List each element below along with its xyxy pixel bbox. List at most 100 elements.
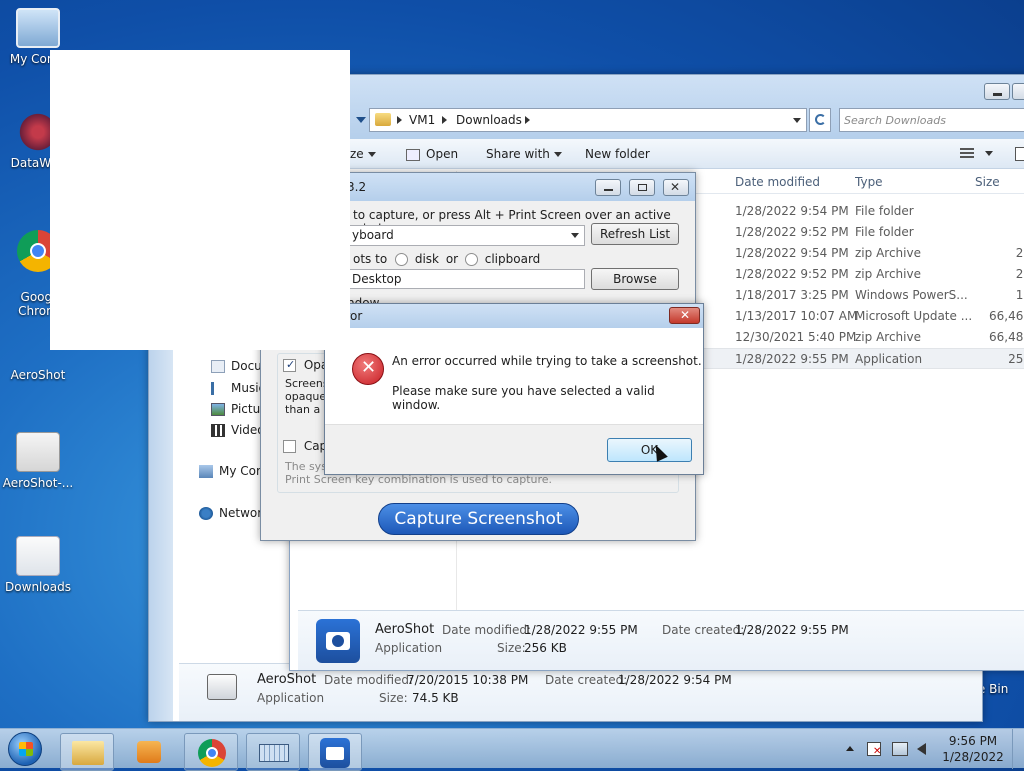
desktop-icon-aeroshot-file[interactable]: AeroShot-... bbox=[0, 432, 76, 490]
close-icon: ✕ bbox=[670, 180, 681, 194]
maximize-button[interactable] bbox=[629, 179, 655, 196]
open-button[interactable]: Open bbox=[406, 147, 458, 161]
refresh-button[interactable] bbox=[809, 108, 831, 132]
aeroshot-icon bbox=[320, 738, 350, 768]
error-titlebar bbox=[325, 304, 703, 328]
nav-item-pictures[interactable]: Pictur bbox=[211, 399, 265, 419]
details-size-label: Size: bbox=[497, 641, 526, 655]
preview-pane-icon[interactable] bbox=[1015, 147, 1024, 161]
view-options-icon[interactable] bbox=[960, 148, 974, 159]
error-dialog[interactable]: Error ✕ ✕ An error occurred while trying… bbox=[324, 303, 704, 475]
show-hidden-icons[interactable] bbox=[846, 746, 854, 751]
column-size[interactable]: Size bbox=[975, 170, 1000, 194]
column-type[interactable]: Type bbox=[855, 170, 883, 194]
file-type: zip Archive bbox=[855, 267, 921, 281]
chevron-down-icon[interactable] bbox=[985, 151, 993, 156]
address-bar[interactable]: VM1 Downloads bbox=[369, 108, 807, 132]
taskbar-explorer[interactable] bbox=[60, 733, 114, 771]
breadcrumb-separator-icon bbox=[442, 116, 447, 124]
details-type: Application bbox=[257, 691, 325, 705]
refresh-list-button[interactable]: Refresh List bbox=[591, 223, 679, 245]
disk-radio[interactable] bbox=[395, 253, 408, 266]
pictures-icon bbox=[211, 403, 225, 416]
file-type: zip Archive bbox=[855, 330, 921, 344]
breadcrumb-vm1[interactable]: VM1 bbox=[409, 113, 435, 127]
nav-item-computer[interactable]: My Cor bbox=[199, 461, 261, 481]
folder-icon bbox=[375, 113, 391, 126]
details-date-modified: 7/20/2015 10:38 PM bbox=[407, 673, 529, 687]
new-folder-button[interactable]: New folder bbox=[585, 147, 650, 161]
close-button[interactable]: ✕ bbox=[669, 307, 700, 324]
search-input[interactable]: Search Downloads bbox=[839, 108, 1024, 132]
clipboard-label: clipboard bbox=[484, 252, 541, 266]
nav-item-music[interactable]: Music bbox=[211, 378, 265, 398]
opaque-desc-line: opaque bbox=[285, 390, 327, 403]
clock[interactable]: 9:56 PM 1/28/2022 bbox=[940, 733, 1006, 765]
minimize-button[interactable] bbox=[595, 179, 621, 196]
maximize-icon bbox=[638, 184, 647, 191]
show-desktop-button[interactable] bbox=[1012, 729, 1024, 769]
address-dropdown-icon[interactable] bbox=[793, 118, 801, 123]
search-placeholder: Search Downloads bbox=[844, 114, 946, 127]
share-with-button[interactable]: Share with bbox=[486, 147, 562, 161]
details-date-created: 1/28/2022 9:55 PM bbox=[735, 623, 849, 637]
file-size: 23 bbox=[1015, 267, 1024, 281]
file-date-modified: 1/28/2022 9:52 PM bbox=[735, 225, 849, 239]
nav-item-videos[interactable]: Video bbox=[211, 420, 265, 440]
taskbar-chrome[interactable] bbox=[184, 733, 238, 771]
ok-button[interactable]: OK bbox=[607, 438, 692, 462]
media-player-icon bbox=[137, 741, 161, 763]
details-date-created-label: Date created: bbox=[545, 673, 628, 687]
file-size: 17 bbox=[1015, 288, 1024, 302]
nav-item-network[interactable]: Networ bbox=[199, 503, 262, 523]
window-select-value: yboard bbox=[352, 228, 394, 242]
window-select[interactable]: yboard bbox=[347, 225, 585, 246]
taskbar-media-player[interactable] bbox=[122, 733, 176, 771]
close-button[interactable]: ✕ bbox=[663, 179, 689, 196]
volume-icon[interactable] bbox=[917, 743, 926, 755]
organize-button[interactable]: ze bbox=[350, 147, 376, 161]
file-date-modified: 1/28/2022 9:54 PM bbox=[735, 204, 849, 218]
file-date-modified: 1/28/2022 9:55 PM bbox=[735, 352, 849, 366]
file-type: Microsoft Update ... bbox=[855, 309, 973, 323]
clock-date: 1/28/2022 bbox=[942, 750, 1004, 764]
details-size: 256 KB bbox=[524, 641, 567, 655]
file-size: 22 bbox=[1015, 246, 1024, 260]
details-date-modified: 1/28/2022 9:55 PM bbox=[524, 623, 638, 637]
network-icon[interactable] bbox=[892, 742, 908, 756]
start-button[interactable] bbox=[8, 732, 42, 766]
minimize-button[interactable] bbox=[984, 83, 1010, 100]
taskbar-aeroshot[interactable] bbox=[308, 733, 362, 771]
clock-time: 9:56 PM bbox=[948, 734, 998, 748]
maximize-button[interactable] bbox=[1012, 83, 1024, 100]
save-path-input[interactable]: Desktop bbox=[347, 269, 585, 289]
back-forward-buttons[interactable] bbox=[350, 113, 368, 129]
network-icon bbox=[199, 507, 213, 520]
file-date-modified: 1/18/2017 3:25 PM bbox=[735, 288, 849, 302]
column-date-modified[interactable]: Date modified bbox=[735, 170, 820, 194]
desktop-icon-downloads[interactable]: Downloads bbox=[0, 536, 76, 594]
capture-checkbox[interactable] bbox=[283, 440, 296, 453]
opaque-option[interactable]: ✓ Opa bbox=[283, 358, 328, 372]
desktop-icon-label: Downloads bbox=[5, 580, 71, 594]
breadcrumb-downloads[interactable]: Downloads bbox=[456, 113, 522, 127]
chevron-down-icon bbox=[367, 152, 376, 157]
file-date-modified: 1/28/2022 9:52 PM bbox=[735, 267, 849, 281]
open-icon bbox=[406, 148, 420, 161]
capture-screenshot-button[interactable]: Capture Screenshot bbox=[378, 503, 579, 535]
windows-logo-icon bbox=[19, 742, 33, 756]
taskbar-keyboard-app[interactable] bbox=[246, 733, 300, 771]
action-center-icon[interactable]: ✕ bbox=[867, 742, 881, 757]
details-name: AeroShot bbox=[257, 672, 317, 687]
or-label: or bbox=[445, 252, 459, 266]
file-size: 66,460 bbox=[989, 309, 1024, 323]
disk-label: disk bbox=[414, 252, 439, 266]
nav-item-documents[interactable]: Docu bbox=[211, 356, 262, 376]
refresh-icon bbox=[815, 114, 826, 125]
opaque-description: Screens opaque than a t bbox=[285, 377, 329, 416]
clipboard-radio[interactable] bbox=[464, 253, 478, 266]
computer-icon bbox=[199, 465, 213, 478]
browse-button[interactable]: Browse bbox=[591, 268, 679, 290]
opaque-checkbox[interactable]: ✓ bbox=[283, 358, 296, 372]
save-label: ots to bbox=[353, 252, 388, 266]
